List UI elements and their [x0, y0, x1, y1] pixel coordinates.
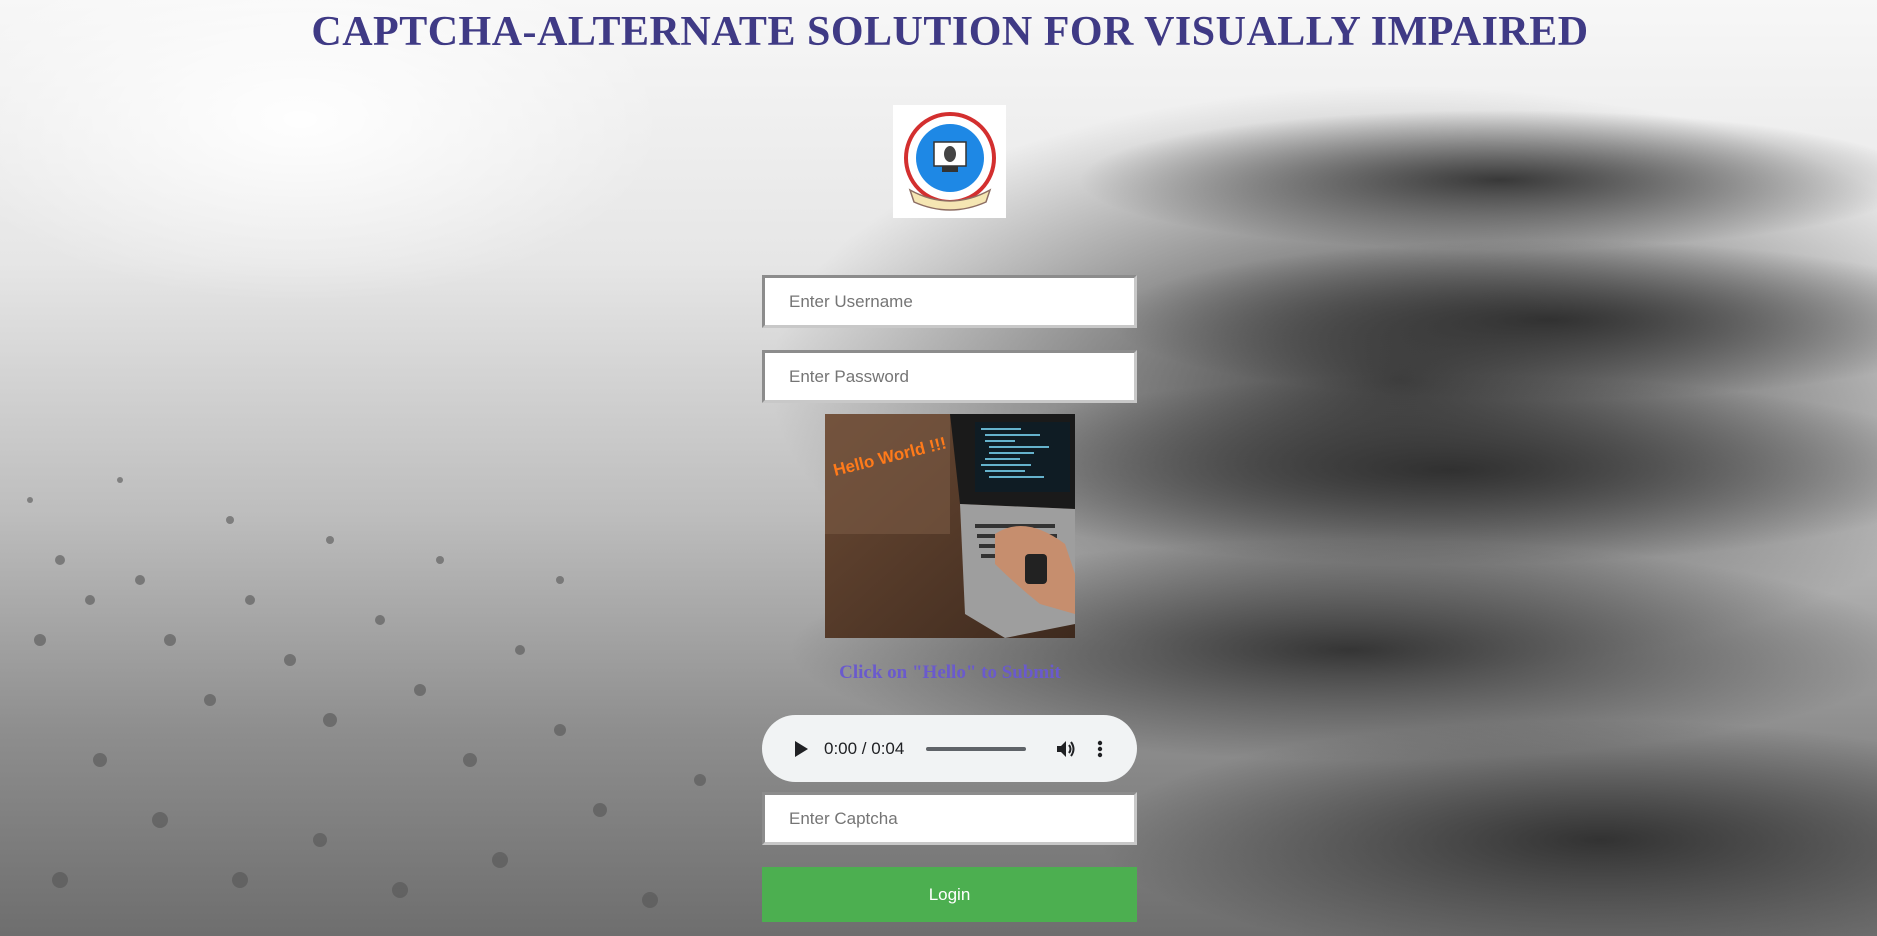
volume-icon[interactable] — [1054, 737, 1078, 761]
login-button[interactable]: Login — [762, 867, 1137, 922]
play-icon[interactable] — [788, 737, 812, 761]
more-options-icon[interactable] — [1090, 737, 1110, 761]
username-input[interactable] — [762, 275, 1137, 328]
captcha-image[interactable]: Hello World !!! — [825, 414, 1075, 638]
captcha-input[interactable] — [762, 792, 1137, 845]
captcha-laptop-picture: Hello World !!! — [825, 414, 1075, 638]
audio-time: 0:00 / 0:04 — [824, 738, 905, 758]
password-input[interactable] — [762, 350, 1137, 403]
college-logo-seal-icon — [903, 111, 996, 211]
college-logo — [893, 105, 1006, 218]
audio-progress-bar[interactable] — [926, 746, 1027, 751]
audio-player[interactable]: 0:00 / 0:04 — [762, 715, 1137, 782]
page-title: CAPTCHA-ALTERNATE SOLUTION FOR VISUALLY … — [311, 9, 1589, 55]
captcha-instruction: Click on "Hello" to Submit — [839, 662, 1061, 683]
